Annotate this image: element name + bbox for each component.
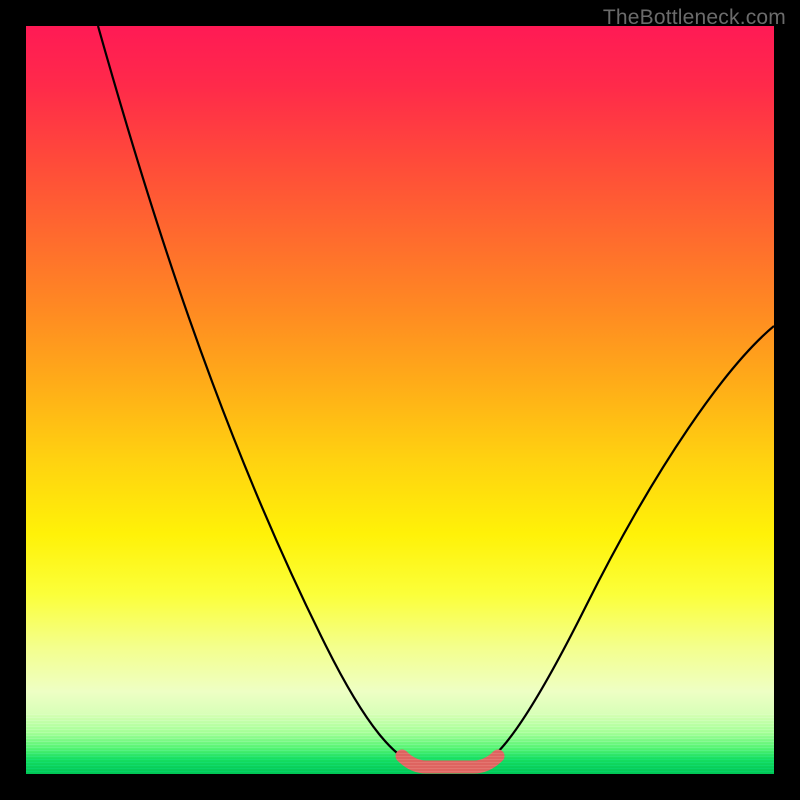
curve-path <box>98 26 774 766</box>
chart-frame: TheBottleneck.com <box>0 0 800 800</box>
curve-trough-highlight <box>402 756 498 767</box>
watermark-text: TheBottleneck.com <box>603 6 786 30</box>
gradient-plot-area <box>26 26 774 774</box>
bottleneck-curve <box>26 26 774 774</box>
